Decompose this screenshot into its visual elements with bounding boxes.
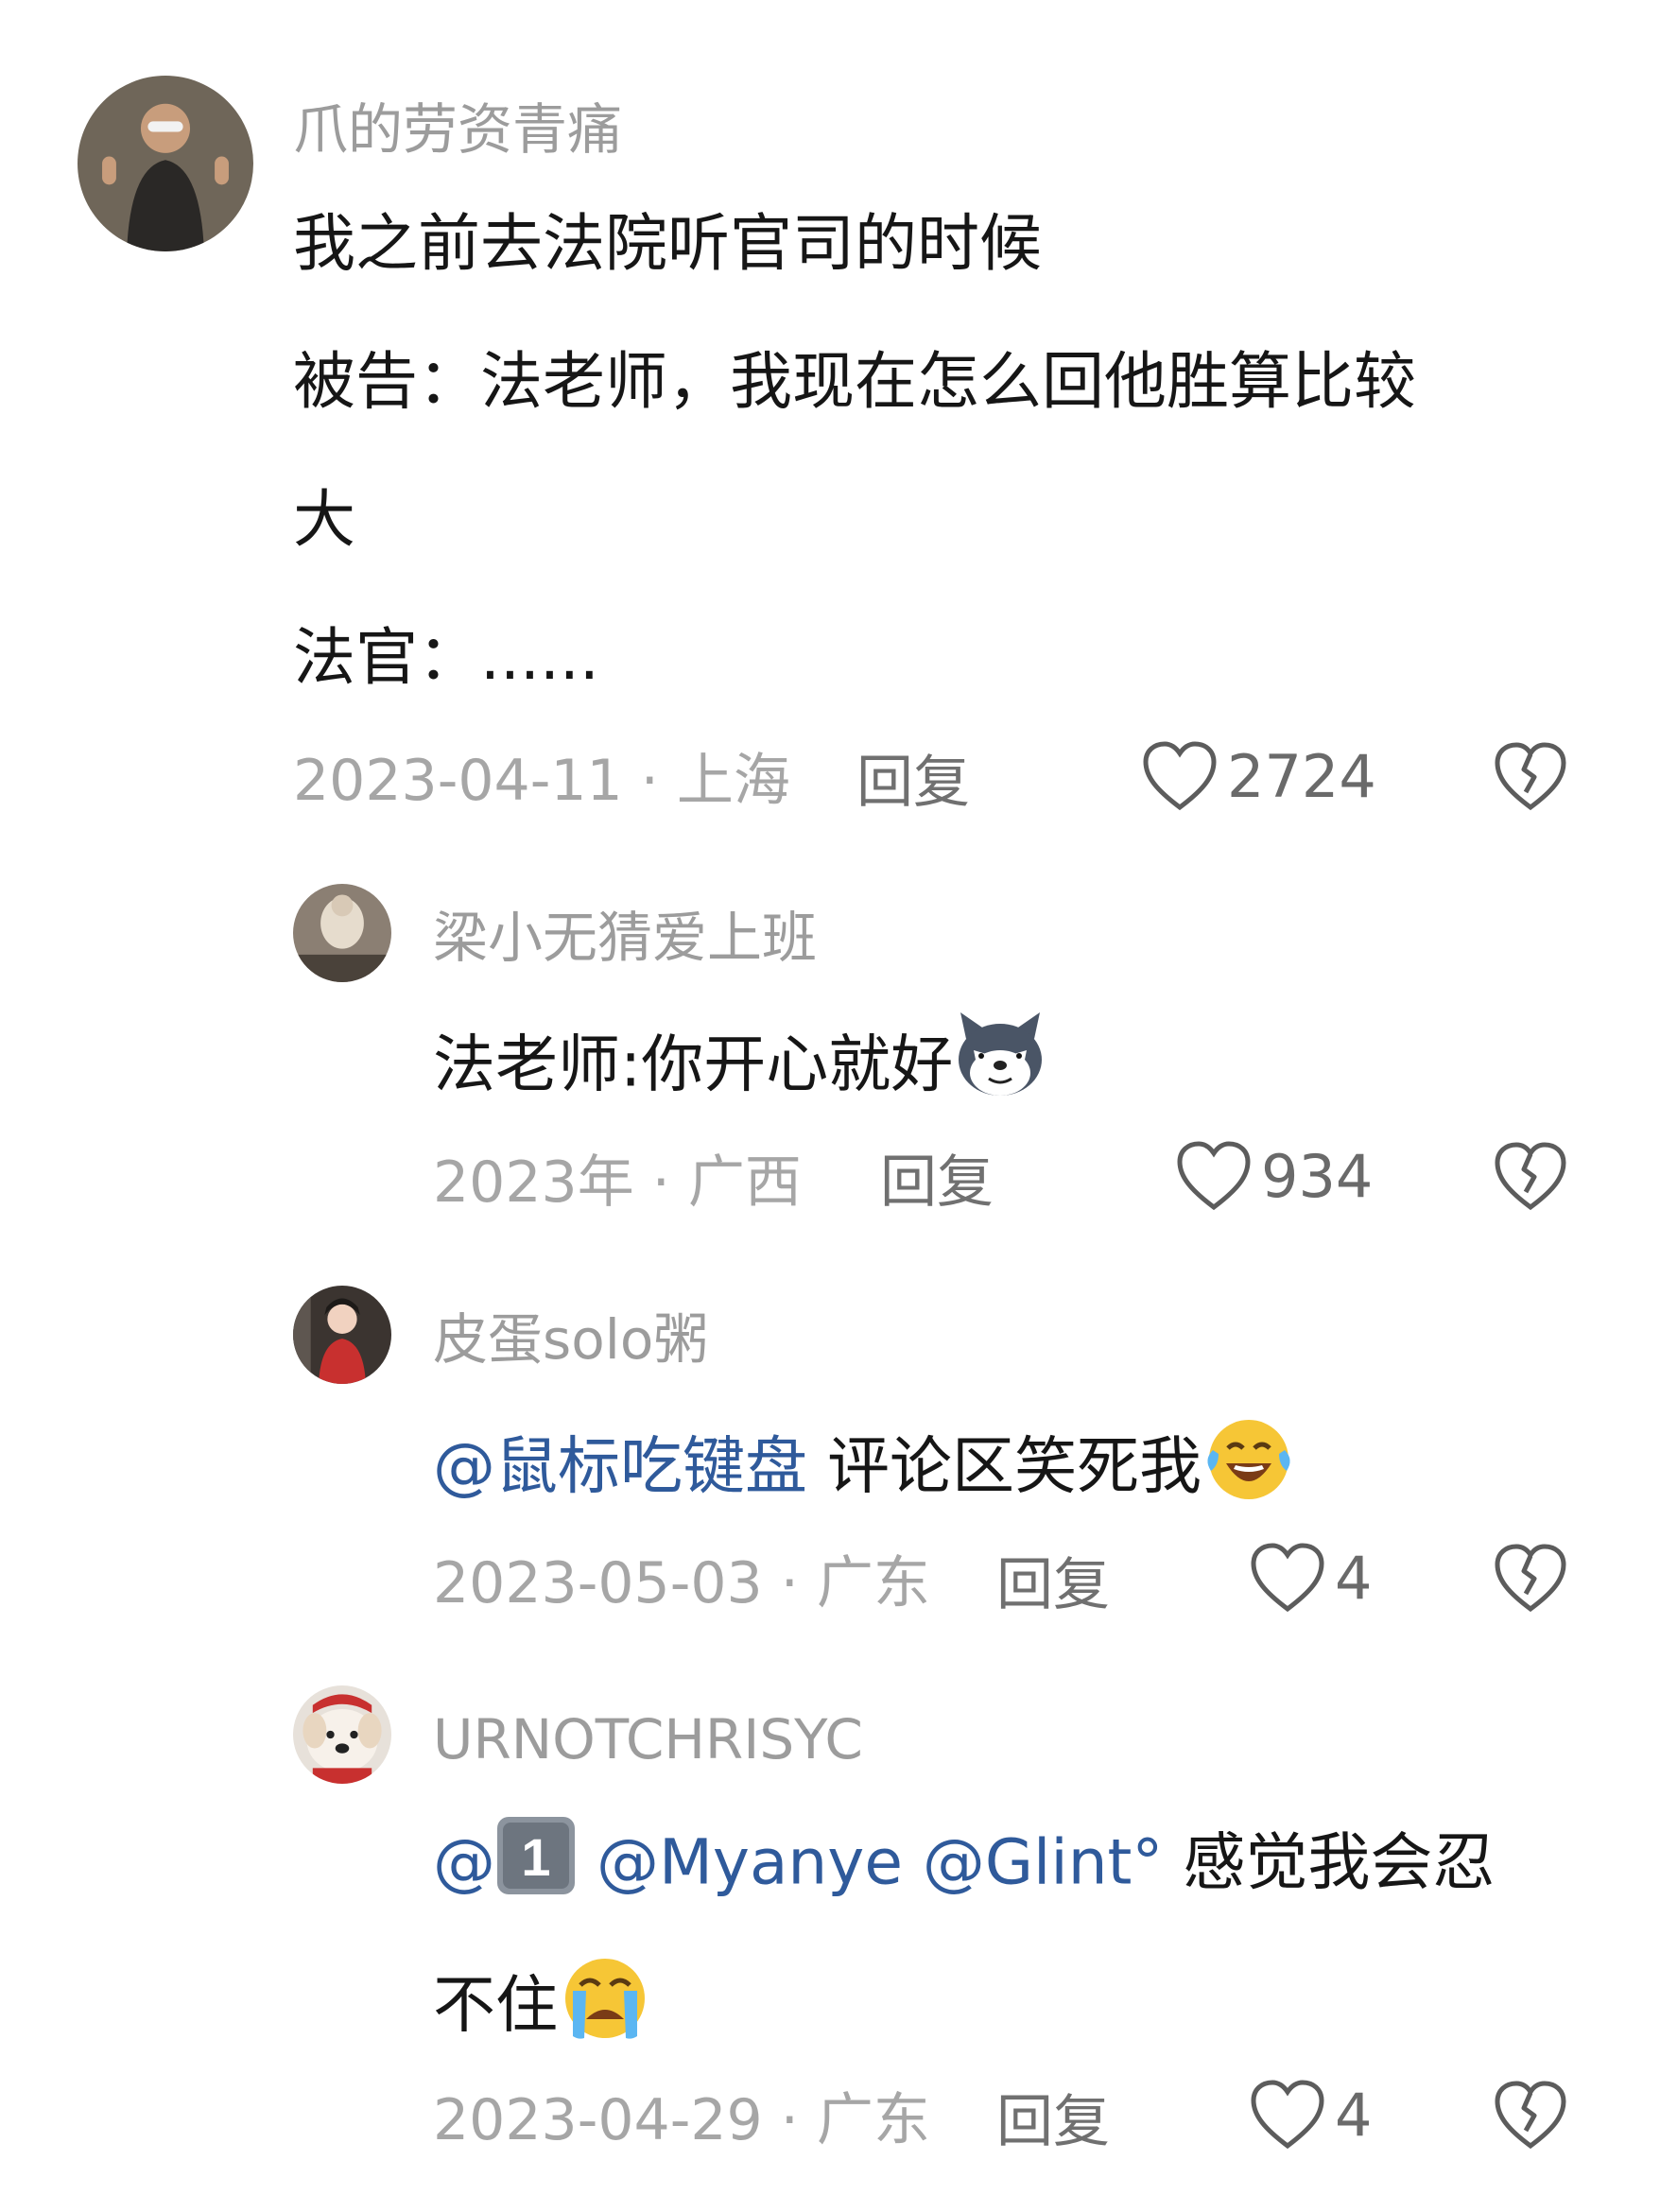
like-count: 4 <box>1335 1544 1373 1613</box>
comment-date-location: 2023-04-29 · 广东 <box>433 2087 930 2153</box>
comment-text: 评论区笑死我 <box>807 1429 1202 1503</box>
reply-button[interactable]: 回复 <box>856 754 970 811</box>
comment-date-location: 2023-05-03 · 广东 <box>433 1550 930 1616</box>
reply-button[interactable]: 回复 <box>996 1557 1110 1614</box>
mention-link[interactable]: @鼠标吃键盘 <box>433 1429 807 1502</box>
heart-icon <box>1251 1543 1324 1613</box>
like-button[interactable]: 4 <box>1248 1541 1372 1616</box>
avatar[interactable] <box>293 884 391 982</box>
laugh-cry-emoji <box>1202 1412 1296 1517</box>
avatar[interactable] <box>293 1685 391 1784</box>
comment-text-line: 被告：法老师，我现在怎么回他胜算比较 <box>293 345 1416 418</box>
comment-text: 法老师:你开心就好 <box>433 1028 954 1101</box>
crying-emoji <box>558 1951 652 2056</box>
doge-wolf-emoji <box>953 1011 1047 1115</box>
heart-icon <box>1177 1141 1251 1211</box>
broken-heart-icon[interactable] <box>1492 1139 1569 1215</box>
comment-text-line: @ 1 @Myanye @Glint° 感觉我会忍 <box>433 1817 1496 1914</box>
comment-date-location: 2023年 · 广西 <box>433 1149 802 1216</box>
avatar[interactable] <box>78 76 253 251</box>
reply-button[interactable]: 回复 <box>880 1154 994 1211</box>
comment-date-location: 2023-04-11 · 上海 <box>293 748 790 814</box>
comment-text-line: 法官：...... <box>293 621 599 694</box>
comment-text-line: 不住 <box>433 1957 652 2062</box>
comment-text-line: 法老师:你开心就好 <box>433 1012 1047 1121</box>
heart-icon <box>1251 2080 1324 2150</box>
like-count: 2724 <box>1227 742 1376 811</box>
like-button[interactable]: 4 <box>1248 2078 1372 2153</box>
comment-text-line: 大 <box>293 483 355 556</box>
like-button[interactable]: 2724 <box>1140 739 1376 815</box>
like-count: 934 <box>1261 1142 1374 1211</box>
comment-text-line: @鼠标吃键盘 评论区笑死我 <box>433 1418 1296 1523</box>
like-button[interactable]: 934 <box>1174 1139 1373 1215</box>
broken-heart-icon[interactable] <box>1492 2078 1569 2153</box>
broken-heart-icon[interactable] <box>1492 739 1569 815</box>
broken-heart-icon[interactable] <box>1492 1541 1569 1616</box>
username[interactable]: 梁小无猜爱上班 <box>433 910 817 965</box>
username[interactable]: URNOTCHRISYC <box>433 1712 863 1767</box>
username[interactable]: 皮蛋solo粥 <box>433 1312 708 1367</box>
username[interactable]: 爪的劳资青痛 <box>293 102 622 157</box>
comment-text-line: 我之前去法院听官司的时候 <box>293 207 1042 280</box>
avatar[interactable] <box>293 1286 391 1384</box>
mention-link[interactable]: @Myanye @Glint° <box>577 1825 1163 1898</box>
keycap-one-emoji: 1 <box>495 1815 577 1910</box>
svg-text:1: 1 <box>521 1827 550 1887</box>
reply-button[interactable]: 回复 <box>996 2094 1110 2151</box>
like-count: 4 <box>1335 2081 1373 2150</box>
heart-icon <box>1143 741 1217 811</box>
comment-text: 不住 <box>433 1968 558 2042</box>
comment-text: 感觉我会忍 <box>1163 1825 1496 1899</box>
mention-link[interactable]: @ <box>433 1825 495 1898</box>
